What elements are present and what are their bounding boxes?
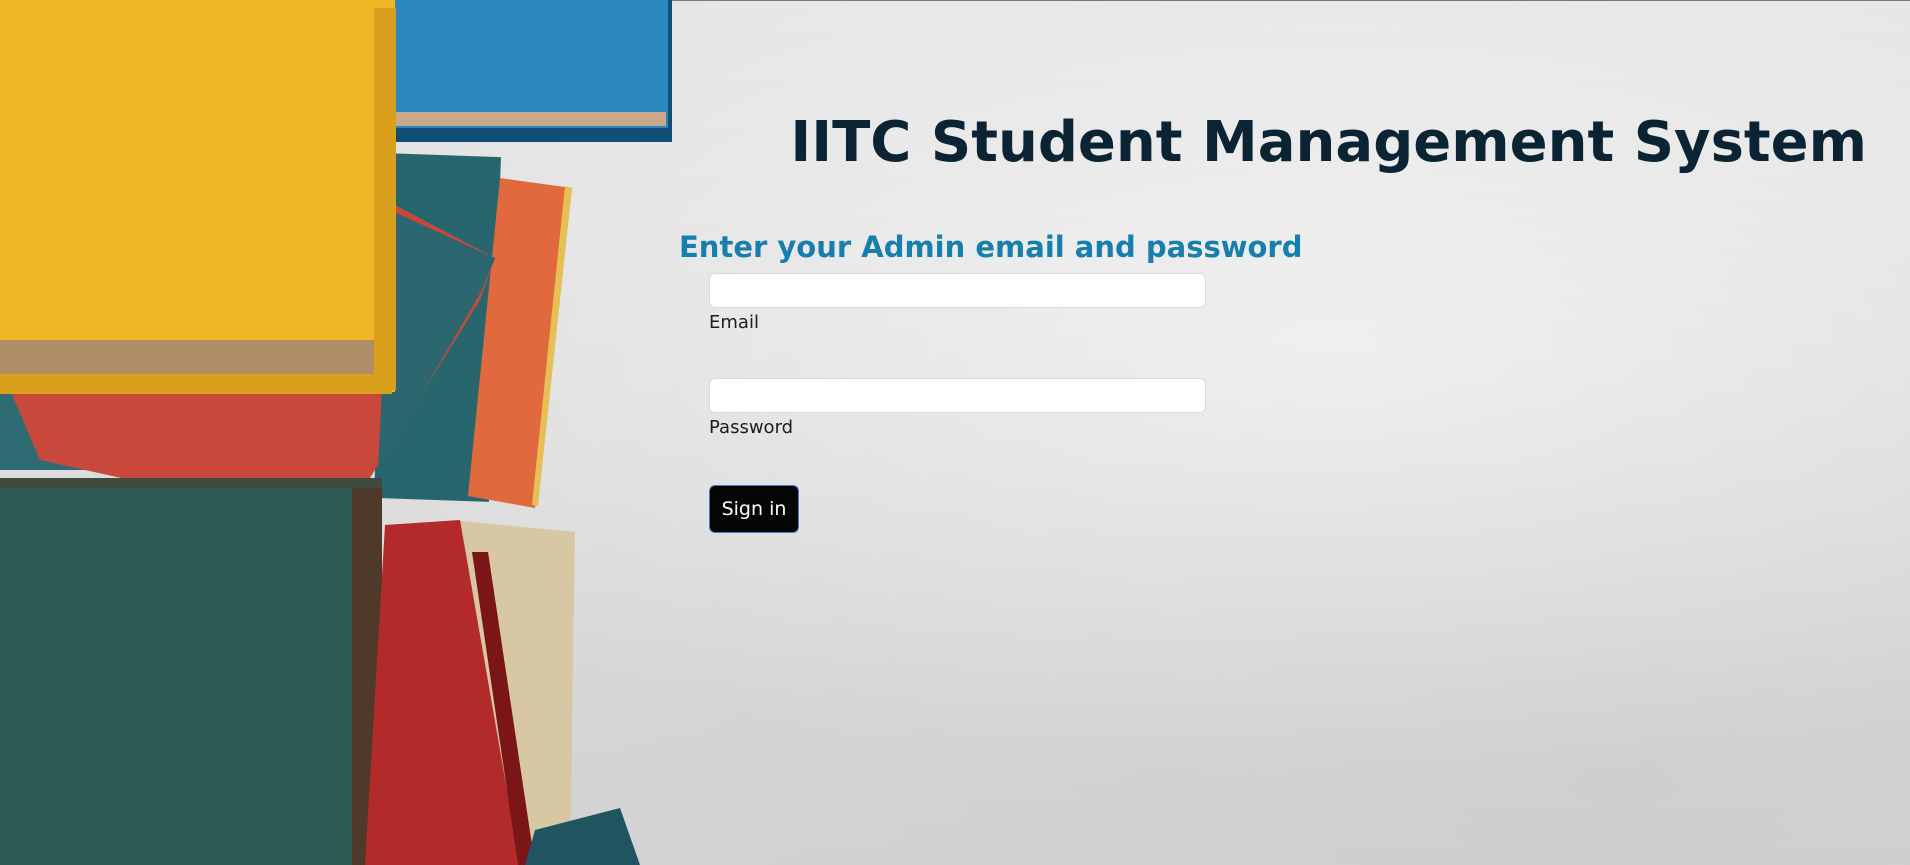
password-label: Password [709,417,794,438]
login-heading: Enter your Admin email and password [679,230,1303,264]
login-page: IITC Student Management System Enter you… [0,0,1910,865]
password-input[interactable] [709,378,1206,413]
page-title: IITC Student Management System [790,110,1867,175]
sign-in-button[interactable]: Sign in [709,485,799,533]
books-stack-illustration [0,0,672,865]
email-label: Email [709,312,759,333]
email-input[interactable] [709,273,1206,308]
